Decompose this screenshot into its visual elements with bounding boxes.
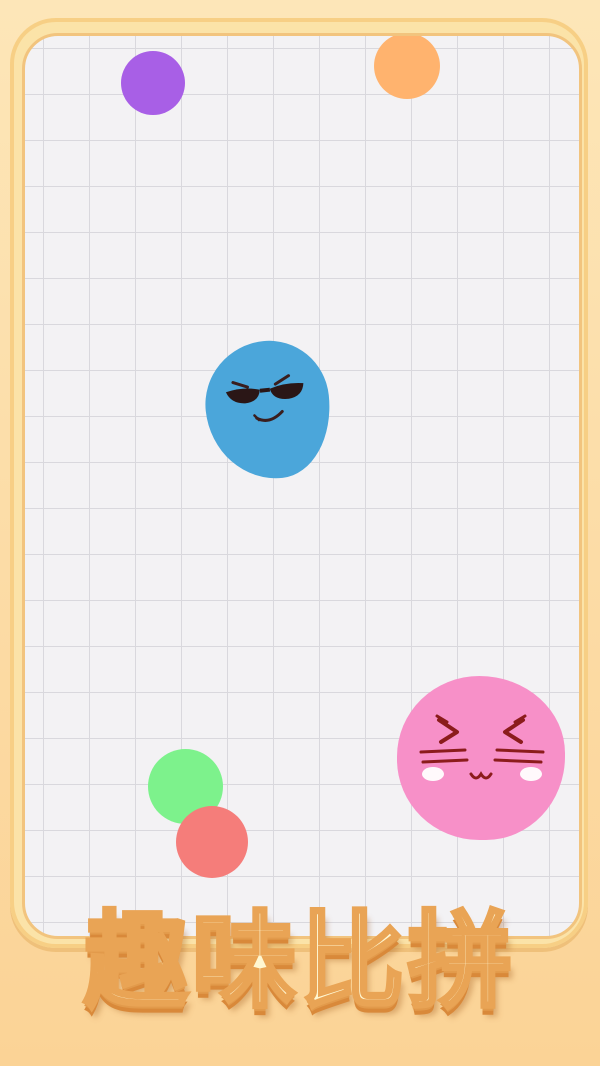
orange-ball	[374, 36, 440, 99]
game-screen: 趣味比拼	[0, 0, 600, 1066]
red-ball	[176, 806, 248, 878]
pink-player-blob[interactable]	[397, 676, 565, 840]
purple-ball	[121, 51, 185, 115]
grid-board[interactable]	[22, 33, 582, 939]
sunglasses-face-icon	[225, 374, 304, 422]
title-banner: 趣味比拼	[0, 888, 600, 1058]
cat-squint-face-icon	[419, 714, 545, 781]
blue-player-blob[interactable]	[199, 334, 337, 486]
game-title: 趣味比拼	[82, 900, 516, 1022]
